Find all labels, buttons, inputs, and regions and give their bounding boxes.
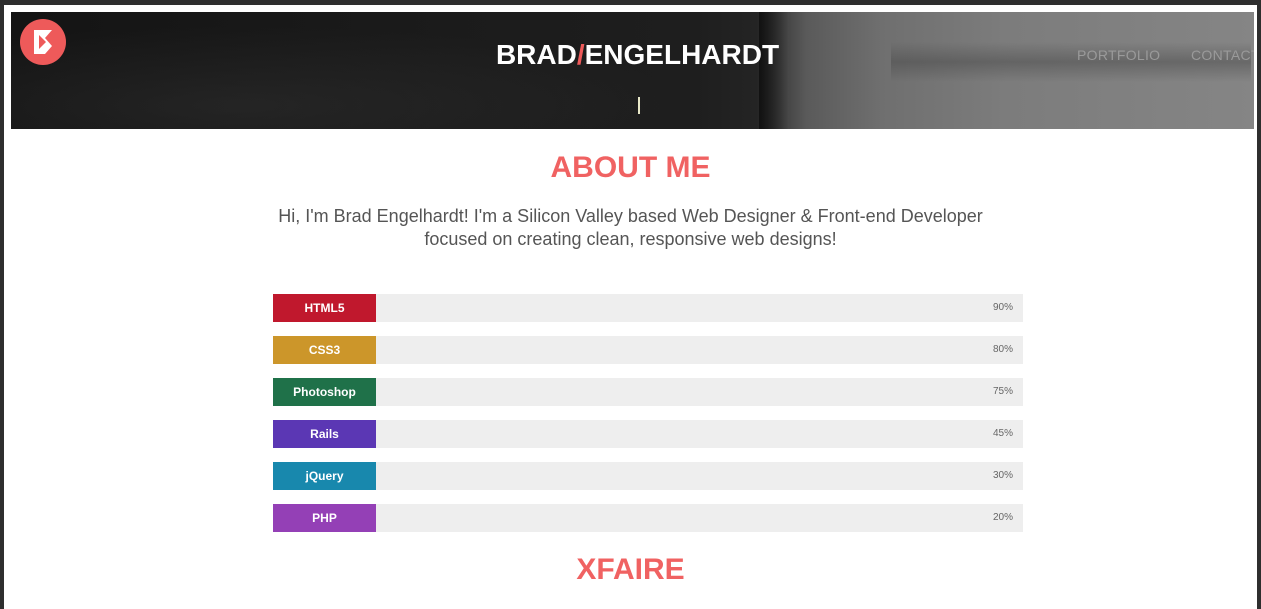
nav-link-contact[interactable]: CONTACT [1191, 47, 1254, 63]
skill-bar-css3: CSS3 80% [273, 336, 1023, 364]
nav-link-portfolio[interactable]: PORTFOLIO [1077, 47, 1160, 63]
skill-percent: 80% [992, 344, 1013, 355]
skill-label: Photoshop [273, 378, 376, 406]
skill-bar-photoshop: Photoshop 75% [273, 378, 1023, 406]
skill-bar-rails: Rails 45% [273, 420, 1023, 448]
skill-percent: 45% [992, 428, 1013, 439]
xfaire-title: XFAIRE [576, 553, 685, 586]
skill-label: PHP [273, 504, 376, 532]
skill-percent: 90% [992, 302, 1013, 313]
skill-label: CSS3 [273, 336, 376, 364]
about-intro-line-2: focused on creating clean, responsive we… [424, 229, 837, 249]
skill-percent: 30% [992, 470, 1013, 481]
about-title: ABOUT ME [550, 151, 711, 184]
skill-label: Rails [273, 420, 376, 448]
skill-bar-jquery: jQuery 30% [273, 462, 1023, 490]
typing-cursor [638, 97, 640, 114]
skill-bar-php: PHP 20% [273, 504, 1023, 532]
site-title-slash: / [576, 39, 585, 70]
skill-bar-html5: HTML5 90% [273, 294, 1023, 322]
browser-viewport: BRAD/ENGELHARDT PORTFOLIO CONTACT ABOUT … [4, 5, 1257, 609]
site-title-last: ENGELHARDT [584, 39, 780, 70]
site-title-first: BRAD [495, 39, 577, 70]
skills-list: HTML5 90% CSS3 80% Photoshop 75% Rails 4… [273, 294, 1023, 546]
about-intro-line-1: Hi, I'm Brad Engelhardt! I'm a Silicon V… [278, 206, 983, 226]
skill-label: jQuery [273, 462, 376, 490]
skill-percent: 75% [992, 386, 1013, 397]
hero-banner: BRAD/ENGELHARDT PORTFOLIO CONTACT [11, 12, 1254, 129]
site-title[interactable]: BRAD/ENGELHARDT [11, 39, 1254, 71]
skill-label: HTML5 [273, 294, 376, 322]
skill-percent: 20% [992, 512, 1013, 523]
about-intro: Hi, I'm Brad Engelhardt! I'm a Silicon V… [4, 205, 1257, 251]
